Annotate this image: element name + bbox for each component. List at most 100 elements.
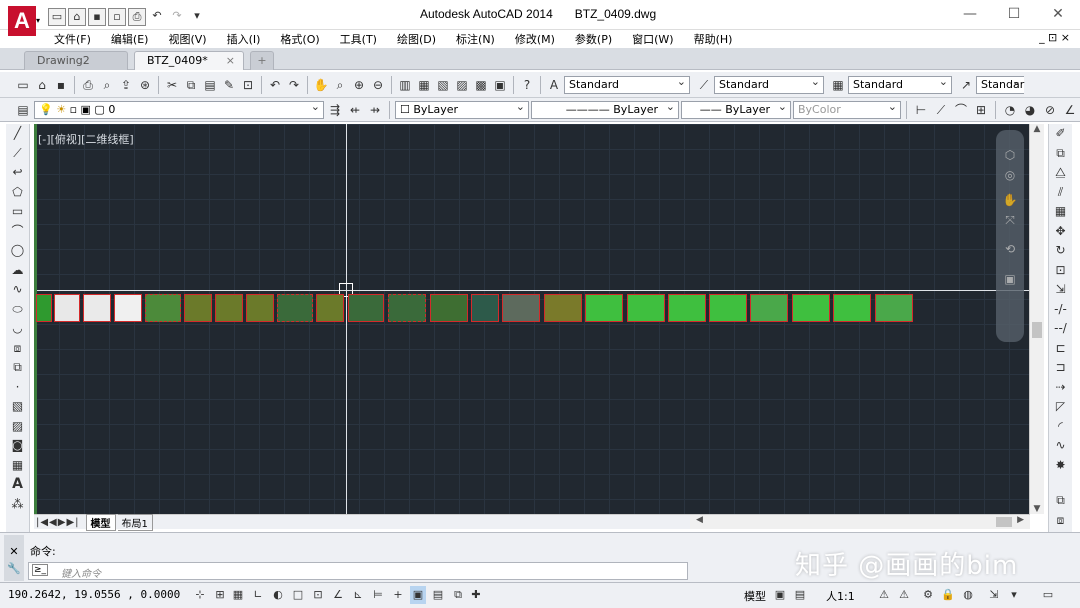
scroll-up-icon[interactable]: ▲ (1030, 124, 1044, 134)
status-bar-menu-icon[interactable]: ▾ (1006, 586, 1022, 604)
menu-draw[interactable]: 绘图(D) (397, 31, 436, 47)
steering-wheel-icon[interactable]: ⬡ (1000, 146, 1020, 166)
qat-dropdown-icon[interactable]: ▾ (188, 8, 206, 26)
autocad-logo-icon[interactable]: A (8, 6, 36, 36)
dynamic-ucs-icon[interactable]: ⊾ (350, 586, 366, 604)
scroll-right-icon[interactable]: ▶ (1017, 515, 1024, 525)
infer-constraints-icon[interactable]: ⊹ (192, 586, 208, 604)
close-command-icon[interactable]: ✕ (4, 545, 24, 558)
plot-icon[interactable]: ⎙ (79, 76, 97, 94)
toolbar-lock-icon[interactable]: 🔒 (940, 586, 956, 604)
multiline-text-icon[interactable]: A (8, 475, 28, 495)
quick-view-layouts-icon[interactable]: ▣ (772, 586, 788, 604)
zoom-realtime-icon[interactable]: ⌕ (331, 76, 349, 94)
horizontal-scrollbar[interactable]: ◀ ▶ (690, 514, 1030, 529)
coordinates-readout[interactable]: 190.2642, 19.0556 , 0.0000 (8, 588, 180, 601)
close-button[interactable]: ✕ (1036, 0, 1080, 30)
save-icon[interactable]: ▪ (88, 8, 106, 26)
new-file-icon[interactable]: ▭ (48, 8, 66, 26)
table-style-icon[interactable]: ▦ (829, 76, 847, 94)
dim-style-select[interactable]: Standard (714, 74, 824, 94)
polyline-icon[interactable]: ↩ (8, 163, 28, 183)
layer-select[interactable]: 💡 ☀ ▫ ▣ ▢ 0 (34, 99, 324, 119)
3d-dwf-icon[interactable]: ⊛ (136, 76, 154, 94)
dynamic-input-icon[interactable]: ⊨ (370, 586, 386, 604)
make-block-icon[interactable]: ⧉ (8, 358, 28, 378)
menu-edit[interactable]: 编辑(E) (111, 31, 149, 47)
ellipse-arc-icon[interactable]: ◡ (8, 319, 28, 339)
mleader-style-icon[interactable]: ↗ (957, 76, 975, 94)
workspace-switching-icon[interactable]: ⚙ (920, 586, 936, 604)
save-icon[interactable]: ▪ (52, 76, 70, 94)
publish-icon[interactable]: ⇪ (117, 76, 135, 94)
mdi-window-controls[interactable]: _ ⊡ × (1039, 31, 1070, 44)
ordinate-dim-icon[interactable]: ⊞ (972, 101, 990, 119)
spline-icon[interactable]: ∿ (8, 280, 28, 300)
command-input[interactable]: ≥_ 键入命令 (28, 562, 688, 580)
selection-cycling-icon[interactable]: ⧉ (450, 586, 466, 604)
block-editor-icon[interactable]: ⊡ (239, 76, 257, 94)
cut-icon[interactable]: ✂ (163, 76, 181, 94)
app-menu-chevron-icon[interactable]: ▾ (36, 16, 40, 25)
redo-icon[interactable]: ↷ (285, 76, 303, 94)
tab-btz-0409[interactable]: BTZ_0409* × (134, 51, 244, 70)
mirror-icon[interactable]: ⧋ (1051, 163, 1071, 183)
object-snap-tracking-icon[interactable]: ∠ (330, 586, 346, 604)
vertical-scrollbar[interactable]: ▲ ▼ (1029, 124, 1044, 514)
snap-mode-icon[interactable]: ⊞ (212, 586, 228, 604)
table-icon[interactable]: ▦ (8, 456, 28, 476)
transparency-icon[interactable]: ▣ (410, 586, 426, 604)
stretch-icon[interactable]: ⇲ (1051, 280, 1071, 300)
auto-scale-icon[interactable]: ⚠ (896, 586, 912, 604)
copy-icon[interactable]: ⧉ (182, 76, 200, 94)
help-icon[interactable]: ? (518, 76, 536, 94)
angular-dim-icon[interactable]: ∠ (1061, 101, 1079, 119)
layer-properties-icon[interactable]: ▤ (14, 101, 32, 119)
insert-block-icon[interactable]: ⧈ (8, 339, 28, 359)
annotation-monitor-icon[interactable]: ✚ (468, 586, 484, 604)
arc-length-icon[interactable]: ⌒ (952, 101, 970, 119)
fillet-icon[interactable]: ◜ (1051, 417, 1071, 437)
array-icon[interactable]: ▦ (1051, 202, 1071, 222)
print-icon[interactable]: ⎙ (128, 8, 146, 26)
circle-icon[interactable]: ◯ (8, 241, 28, 261)
zoom-extents-icon[interactable]: ⤧ (1000, 211, 1020, 231)
menu-view[interactable]: 视图(V) (168, 31, 206, 47)
full-navigation-icon[interactable]: ◎ (1000, 166, 1020, 186)
diameter-dim-icon[interactable]: ⊘ (1041, 101, 1059, 119)
layer-previous-icon[interactable]: ⇷ (346, 101, 364, 119)
drawing-canvas[interactable] (34, 124, 1029, 514)
break-icon[interactable]: ⊐ (1051, 358, 1071, 378)
minimize-button[interactable]: — (948, 0, 992, 30)
command-line-grip[interactable]: ✕ 🔧 (4, 535, 24, 581)
jogged-dim-icon[interactable]: ◕ (1021, 101, 1039, 119)
model-space-label[interactable]: 模型 (744, 588, 766, 604)
linetype-select[interactable]: ———— ByLayer (531, 99, 679, 119)
move-icon[interactable]: ✥ (1051, 222, 1071, 242)
chamfer-icon[interactable]: ◸ (1051, 397, 1071, 417)
tab-close-icon[interactable]: × (226, 52, 235, 70)
text-style-icon[interactable]: A (545, 76, 563, 94)
tab-model[interactable]: 模型 (85, 513, 116, 531)
quick-properties-icon[interactable]: ▤ (430, 586, 446, 604)
construction-line-icon[interactable]: ⟋ (8, 144, 28, 164)
design-center-icon[interactable]: ▦ (415, 76, 433, 94)
radius-dim-icon[interactable]: ◔ (1001, 101, 1019, 119)
make-current-layer-icon[interactable]: ⇶ (326, 101, 344, 119)
hardware-acceleration-icon[interactable]: ◍ (960, 586, 976, 604)
scroll-thumb[interactable] (1032, 322, 1042, 338)
plotstyle-select[interactable]: ByColor (793, 99, 901, 119)
viewport-controls-label[interactable]: [-][俯视][二维线框] (38, 131, 134, 147)
quick-view-drawings-icon[interactable]: ▤ (792, 586, 808, 604)
layer-states-icon[interactable]: ⇸ (366, 101, 384, 119)
preview-icon[interactable]: ⌕ (98, 76, 116, 94)
offset-icon[interactable]: ⫽ (1051, 183, 1071, 203)
polygon-icon[interactable]: ⬠ (8, 183, 28, 203)
redo-icon[interactable]: ↷ (168, 8, 186, 26)
clean-screen-icon[interactable]: ▭ (1040, 586, 1056, 604)
text-style-select[interactable]: Standard (564, 74, 690, 94)
object-snap-icon[interactable]: □ (290, 586, 306, 604)
rotate-icon[interactable]: ↻ (1051, 241, 1071, 261)
3d-osnap-icon[interactable]: ⊡ (310, 586, 326, 604)
line-icon[interactable]: ╱ (8, 124, 28, 144)
